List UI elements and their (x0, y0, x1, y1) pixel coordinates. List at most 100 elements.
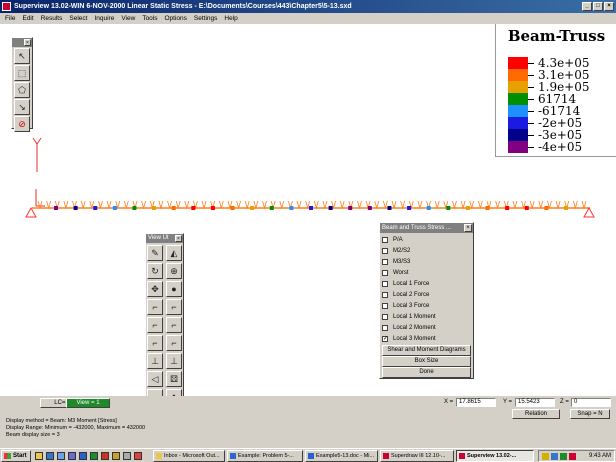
node-stress-marker[interactable] (485, 206, 490, 210)
view-xz-icon[interactable]: ⌐ (147, 317, 163, 333)
y-coordinate-field[interactable]: 15.5423 (515, 398, 555, 407)
network-icon[interactable] (551, 453, 558, 460)
menu-settings[interactable]: Settings (194, 13, 218, 24)
task-superdraw[interactable]: Superdraw III 12.10-... (380, 450, 454, 462)
view-back-icon[interactable]: ⌐ (166, 335, 182, 351)
box-size-button[interactable]: Box Size (382, 356, 471, 367)
start-button[interactable]: Start (1, 450, 31, 462)
axis-icon[interactable]: ⊥ (147, 353, 163, 369)
select-toolbar-titlebar[interactable]: × (12, 38, 32, 47)
option-pa[interactable]: P/A (382, 235, 403, 245)
view-iso-icon[interactable]: ⌐ (166, 317, 182, 333)
node-stress-marker[interactable] (505, 206, 510, 210)
node-stress-marker[interactable] (387, 206, 392, 210)
node-stress-marker[interactable] (230, 206, 235, 210)
node-stress-marker[interactable] (132, 206, 137, 210)
rotate-icon[interactable]: ↻ (147, 263, 163, 279)
stress-panel-close-icon[interactable]: × (464, 224, 472, 232)
option-local1-moment[interactable]: Local 1 Moment (382, 312, 436, 322)
option-local2-force[interactable]: Local 2 Force (382, 290, 429, 300)
task-example-problem[interactable]: Example: Problem 5-... (227, 450, 303, 462)
sphere-icon[interactable]: ● (166, 281, 182, 297)
menu-options[interactable]: Options (165, 13, 187, 24)
task-superview[interactable]: Superview 13.02-... (456, 450, 534, 462)
node-stress-marker[interactable] (367, 206, 372, 210)
word-icon[interactable] (79, 452, 87, 460)
node-stress-marker[interactable] (544, 206, 549, 210)
node-stress-marker[interactable] (426, 206, 431, 210)
checkbox-checked[interactable]: ✓ (382, 336, 388, 342)
axis-alt-icon[interactable]: ⊥ (166, 353, 182, 369)
option-m3s3[interactable]: M3/S3 (382, 257, 410, 267)
checkbox[interactable] (382, 325, 388, 331)
menu-file[interactable]: File (5, 13, 15, 24)
option-local2-moment[interactable]: Local 2 Moment (382, 323, 436, 333)
excel-icon[interactable] (90, 452, 98, 460)
checkbox[interactable] (382, 237, 388, 243)
option-local3-force[interactable]: Local 3 Force (382, 301, 429, 311)
option-local1-force[interactable]: Local 1 Force (382, 279, 429, 289)
ie-icon[interactable] (46, 452, 54, 460)
checkbox[interactable] (382, 270, 388, 276)
menu-select[interactable]: Select (69, 13, 87, 24)
view-xy-icon[interactable]: ⌐ (147, 299, 163, 315)
node-stress-marker[interactable] (309, 206, 313, 210)
app-icon[interactable] (123, 452, 131, 460)
desktop-icon[interactable] (68, 452, 76, 460)
node-stress-marker[interactable] (191, 206, 196, 210)
zoom-box-icon[interactable]: ⊕ (166, 263, 182, 279)
view-toolbar-titlebar[interactable]: View Ut × (146, 234, 183, 243)
outlook-icon[interactable] (57, 452, 65, 460)
node-stress-marker[interactable] (446, 206, 451, 210)
line-select-icon[interactable]: ↘ (14, 99, 30, 115)
menu-results[interactable]: Results (41, 13, 63, 24)
node-stress-marker[interactable] (73, 206, 78, 210)
menu-edit[interactable]: Edit (22, 13, 33, 24)
menu-inquire[interactable]: Inquire (94, 13, 114, 24)
node-stress-marker[interactable] (328, 206, 333, 210)
task-outlook[interactable]: Inbox - Microsoft Out... (153, 450, 225, 462)
node-stress-marker[interactable] (348, 206, 353, 210)
select-toolbar-close-icon[interactable]: × (24, 39, 31, 46)
node-stress-marker[interactable] (289, 206, 294, 210)
node-stress-marker[interactable] (93, 206, 98, 210)
node-stress-marker[interactable] (524, 206, 529, 210)
app-icon[interactable] (112, 452, 120, 460)
node-stress-marker[interactable] (465, 206, 470, 210)
checkbox[interactable] (382, 292, 388, 298)
view-yz-icon[interactable]: ⌐ (166, 299, 182, 315)
checkbox[interactable] (382, 259, 388, 265)
pointer-select-icon[interactable]: ↖ (14, 48, 30, 64)
option-worst[interactable]: Worst (382, 268, 409, 278)
pencil-icon[interactable]: ✎ (147, 245, 163, 261)
node-stress-marker[interactable] (407, 206, 412, 210)
checkbox[interactable] (382, 314, 388, 320)
polygon-select-icon[interactable]: ⬠ (14, 82, 30, 98)
relation-button[interactable]: Relation (512, 409, 560, 419)
close-button[interactable]: × (604, 2, 614, 11)
pan-icon[interactable]: ✥ (147, 281, 163, 297)
menu-help[interactable]: Help (224, 13, 237, 24)
shear-moment-diagrams-button[interactable]: Shear and Moment Diagrams (382, 345, 471, 356)
menu-view[interactable]: View (121, 13, 135, 24)
checkbox[interactable] (382, 248, 388, 254)
node-stress-marker[interactable] (210, 206, 215, 210)
app-icon[interactable] (134, 452, 142, 460)
node-stress-marker[interactable] (564, 206, 568, 210)
node-stress-marker[interactable] (54, 206, 58, 210)
z-coordinate-field[interactable]: 0 (571, 398, 611, 407)
node-stress-marker[interactable] (112, 206, 117, 210)
checkbox[interactable] (382, 281, 388, 287)
task-word-doc[interactable]: Example5-13.doc - Mi... (305, 450, 378, 462)
powerpoint-icon[interactable] (101, 452, 109, 460)
minimize-button[interactable]: _ (582, 2, 592, 11)
view-front-icon[interactable]: ⌐ (147, 335, 163, 351)
perspective-icon[interactable]: ◁ (147, 371, 163, 387)
view-toolbar-close-icon[interactable]: × (175, 235, 182, 242)
node-stress-marker[interactable] (250, 206, 255, 210)
tray-app-icon[interactable] (560, 453, 567, 460)
menu-tools[interactable]: Tools (142, 13, 157, 24)
maximize-button[interactable]: □ (593, 2, 603, 11)
volume-icon[interactable] (542, 453, 549, 460)
tray-app-icon[interactable] (569, 453, 576, 460)
